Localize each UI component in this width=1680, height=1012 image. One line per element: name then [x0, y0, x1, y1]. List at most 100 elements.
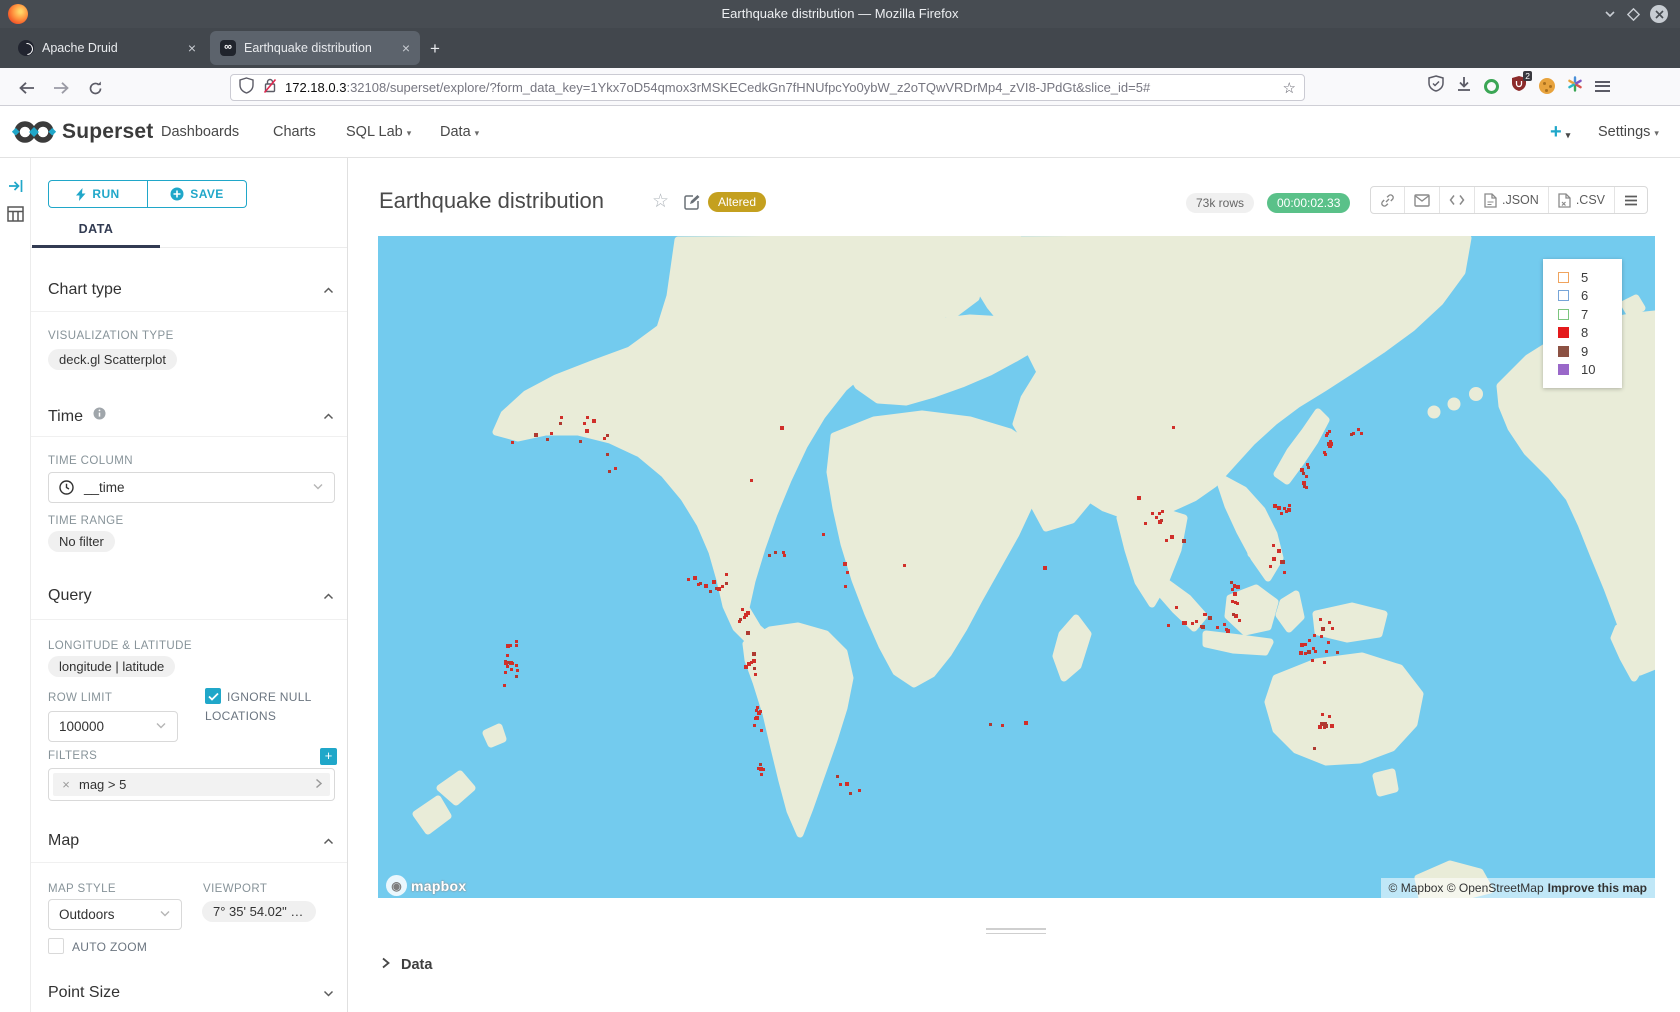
altered-badge[interactable]: Altered	[708, 192, 766, 212]
row-limit-select[interactable]: 100000	[48, 711, 178, 742]
forward-button[interactable]	[48, 75, 74, 101]
email-button[interactable]	[1404, 187, 1439, 213]
section-map[interactable]: Map	[48, 832, 79, 850]
time-range-value[interactable]: No filter	[48, 531, 115, 552]
downloads-icon[interactable]	[1456, 76, 1472, 97]
close-tab-icon[interactable]: ×	[402, 40, 410, 56]
maximize-icon[interactable]	[1627, 8, 1640, 21]
bookmark-star-icon[interactable]: ☆	[1283, 79, 1296, 97]
ignore-null-checkbox[interactable]	[205, 688, 221, 704]
chevron-up-icon[interactable]	[322, 284, 336, 298]
legend-row: 7	[1558, 305, 1622, 324]
chevron-up-icon[interactable]	[322, 835, 336, 849]
panel-divider	[347, 158, 348, 1012]
nav-data[interactable]: Data▾	[440, 124, 479, 140]
clock-icon	[59, 480, 74, 495]
nav-charts[interactable]: Charts	[273, 124, 316, 140]
tracking-shield-icon[interactable]	[239, 77, 254, 99]
chevron-down-icon: ▾	[407, 128, 412, 138]
collapse-dataset-panel-icon[interactable]	[8, 179, 24, 198]
chart-menu-button[interactable]	[1614, 187, 1647, 213]
mapbox-logo[interactable]: ◉ mapbox	[386, 875, 466, 896]
window-title: Earthquake distribution — Mozilla Firefo…	[0, 0, 1680, 28]
legend-swatch	[1558, 364, 1569, 375]
hamburger-icon	[1624, 195, 1638, 206]
back-button[interactable]	[14, 75, 40, 101]
cookie-icon[interactable]	[1539, 78, 1555, 94]
chart-actions-group: .JSON .CSV	[1370, 186, 1648, 214]
close-tab-icon[interactable]: ×	[188, 40, 196, 56]
filter-text: mag > 5	[79, 777, 126, 792]
permissions-shield-icon[interactable]	[1428, 75, 1444, 97]
add-filter-button[interactable]: +	[320, 748, 337, 765]
link-icon	[1380, 193, 1395, 208]
chevron-down-icon	[155, 719, 167, 734]
filter-chip[interactable]: × mag > 5	[53, 773, 330, 796]
ublock-shield-icon[interactable]: 2	[1511, 75, 1527, 97]
dataset-grid-icon[interactable]	[7, 206, 24, 227]
legend-swatch	[1558, 346, 1569, 357]
active-tab-underline	[32, 245, 160, 248]
new-item-button[interactable]: +▾	[1550, 121, 1570, 144]
tab-bar: Apache Druid × ∞ Earthquake distribution…	[0, 28, 1680, 68]
new-tab-button[interactable]: +	[430, 40, 440, 57]
chevron-up-icon[interactable]	[322, 410, 336, 424]
titlebar-chevron-icon[interactable]	[1603, 7, 1617, 21]
section-chart-type[interactable]: Chart type	[48, 281, 122, 299]
section-query[interactable]: Query	[48, 587, 92, 605]
chevron-down-icon: ▾	[475, 128, 480, 138]
tab-data[interactable]: DATA	[32, 222, 160, 236]
share-link-button[interactable]	[1371, 187, 1404, 213]
query-duration-badge: 00:00:02.33	[1267, 193, 1350, 213]
legend-swatch	[1558, 290, 1569, 301]
export-json-button[interactable]: .JSON	[1474, 187, 1548, 213]
lonlat-value[interactable]: longitude | latitude	[48, 656, 175, 677]
viewport-value[interactable]: 7° 35' 54.02" | 31...	[202, 901, 316, 922]
improve-map-link[interactable]: Improve this map	[1548, 881, 1647, 895]
section-point-size[interactable]: Point Size	[48, 984, 120, 1002]
edit-properties-icon[interactable]	[684, 194, 700, 215]
viz-type-value[interactable]: deck.gl Scatterplot	[48, 349, 177, 370]
row-count-badge: 73k rows	[1186, 193, 1254, 213]
save-button[interactable]: SAVE	[148, 180, 247, 208]
embed-code-button[interactable]	[1439, 187, 1474, 213]
nav-sql-lab[interactable]: SQL Lab▾	[346, 124, 411, 140]
superset-logo[interactable]: Superset	[12, 118, 153, 146]
reload-button[interactable]	[82, 75, 108, 101]
export-csv-button[interactable]: .CSV	[1548, 187, 1614, 213]
chevron-right-icon[interactable]	[306, 777, 330, 792]
time-column-select[interactable]: __time	[48, 472, 335, 503]
tab-earthquake-distribution[interactable]: ∞ Earthquake distribution ×	[210, 31, 420, 65]
run-button[interactable]: RUN	[48, 180, 148, 208]
plus-circle-icon	[170, 187, 184, 201]
url-bar[interactable]: 172.18.0.3:32108/superset/explore/?form_…	[230, 74, 1305, 101]
viewport-label: VIEWPORT	[203, 883, 267, 895]
legend-row: 5	[1558, 268, 1622, 287]
nav-dashboards[interactable]: Dashboards	[161, 124, 239, 140]
menu-hamburger-icon[interactable]	[1595, 81, 1610, 92]
chevron-up-icon[interactable]	[322, 590, 336, 604]
chevron-down-icon[interactable]	[322, 987, 336, 1001]
tab-apache-druid[interactable]: Apache Druid ×	[8, 31, 206, 65]
ghostery-icon[interactable]	[1484, 79, 1499, 94]
section-time[interactable]: Time	[48, 407, 106, 426]
pinwheel-extension-icon[interactable]	[1567, 76, 1583, 97]
ignore-null-label: IGNORE NULL	[227, 690, 312, 704]
map-style-label: MAP STYLE	[48, 883, 116, 895]
bolt-icon	[76, 188, 86, 201]
data-section-toggle[interactable]: Data	[380, 956, 432, 974]
left-rail	[0, 158, 30, 1012]
insecure-lock-icon[interactable]	[263, 77, 277, 99]
superset-navbar	[0, 106, 1680, 158]
map-style-select[interactable]: Outdoors	[48, 899, 182, 930]
favorite-star-icon[interactable]: ☆	[652, 190, 669, 213]
settings-menu[interactable]: Settings▾	[1598, 124, 1659, 140]
panel-resize-handle[interactable]	[986, 928, 1046, 936]
section-divider	[31, 619, 347, 620]
legend-row: 10	[1558, 361, 1622, 380]
close-window-icon[interactable]	[1650, 5, 1668, 23]
remove-filter-icon[interactable]: ×	[53, 777, 79, 792]
deckgl-scatter-map[interactable]: 5 6 7 8 9 10 ◉ mapbox © Mapbox © OpenStr…	[378, 236, 1655, 898]
auto-zoom-checkbox[interactable]	[48, 938, 64, 954]
data-section-label: Data	[401, 957, 432, 973]
